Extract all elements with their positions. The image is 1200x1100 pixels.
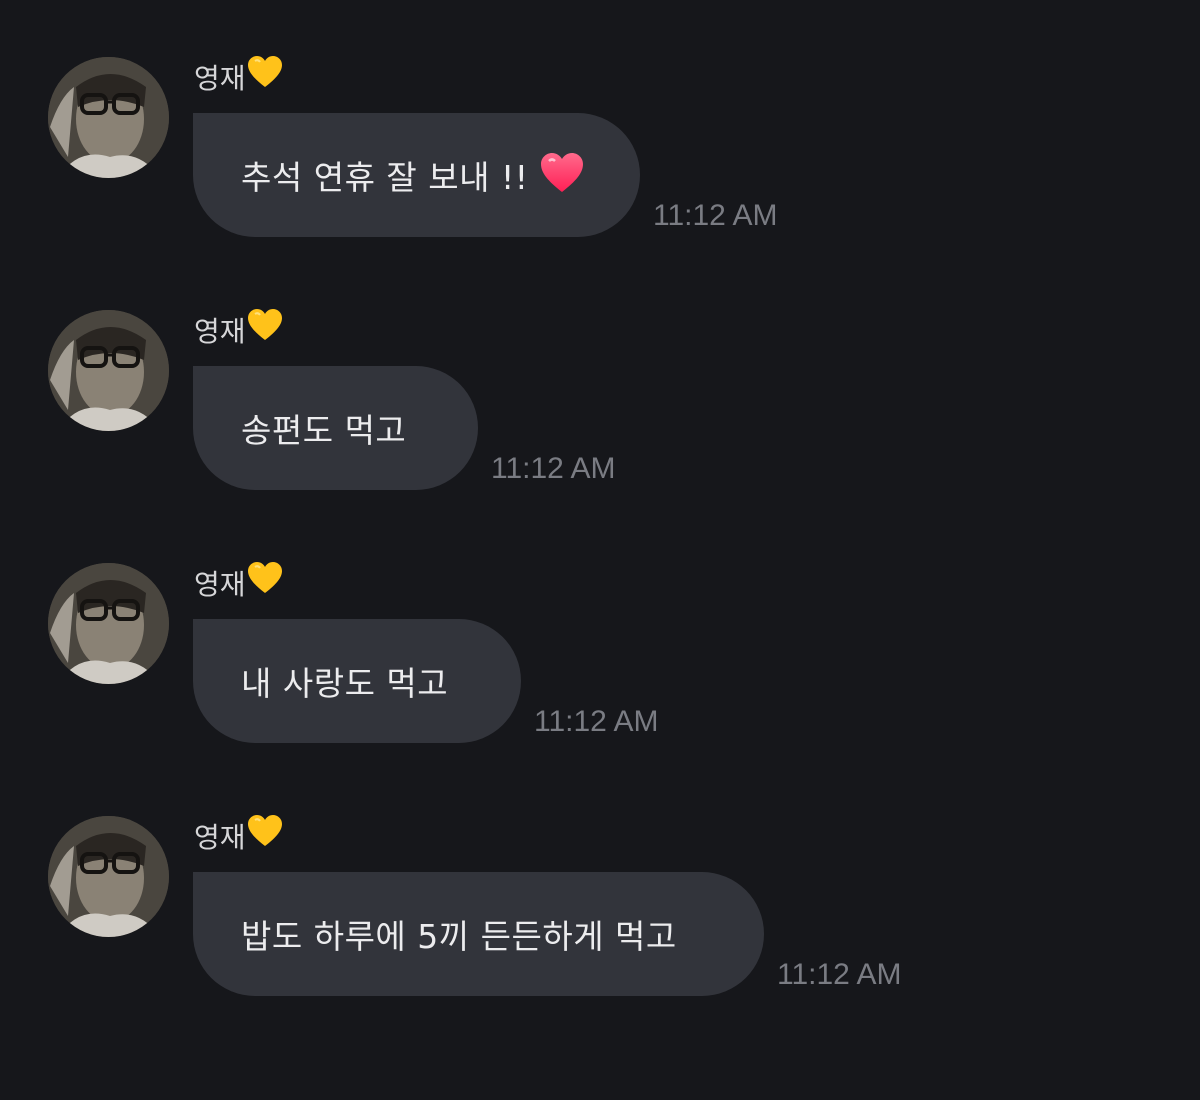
sender-name: 영재 <box>194 561 283 605</box>
message-row: 영재 밥도 하루에 5끼 든든하게 먹고 11:12 AM <box>0 814 1200 1016</box>
message-timestamp: 11:12 AM <box>534 705 659 738</box>
sender-name: 영재 <box>194 55 283 99</box>
message-text: 밥도 하루에 5끼 든든하게 먹고 <box>241 917 677 956</box>
message-text: 추석 연휴 잘 보내 !! <box>241 158 529 197</box>
message-text: 내 사랑도 먹고 <box>241 664 449 703</box>
message-row: 영재 내 사랑도 먹고 11:12 AM <box>0 561 1200 763</box>
yellow-heart-icon <box>247 308 283 353</box>
message-bubble[interactable]: 추석 연휴 잘 보내 !! <box>193 113 640 237</box>
avatar[interactable] <box>48 57 169 178</box>
yellow-heart-icon <box>247 561 283 606</box>
sender-name-text: 영재 <box>194 315 246 348</box>
yellow-heart-icon <box>247 55 283 100</box>
sender-name-text: 영재 <box>194 568 246 601</box>
message-row: 영재 추석 연휴 잘 보내 !! 11:12 AM <box>0 55 1200 257</box>
sender-name: 영재 <box>194 814 283 858</box>
avatar[interactable] <box>48 310 169 431</box>
sender-name-text: 영재 <box>194 62 246 95</box>
message-bubble[interactable]: 밥도 하루에 5끼 든든하게 먹고 <box>193 872 764 996</box>
sender-name: 영재 <box>194 308 283 352</box>
red-heart-icon <box>540 152 584 198</box>
message-row: 영재 송편도 먹고 11:12 AM <box>0 308 1200 510</box>
message-timestamp: 11:12 AM <box>777 958 902 991</box>
yellow-heart-icon <box>247 814 283 859</box>
chat-thread: 영재 추석 연휴 잘 보내 !! 11:12 AM 영재 송편도 먹고 11:1… <box>0 0 1200 1100</box>
message-bubble[interactable]: 내 사랑도 먹고 <box>193 619 521 743</box>
sender-name-text: 영재 <box>194 821 246 854</box>
message-text: 송편도 먹고 <box>241 411 407 450</box>
message-bubble[interactable]: 송편도 먹고 <box>193 366 478 490</box>
message-timestamp: 11:12 AM <box>491 452 616 485</box>
avatar[interactable] <box>48 816 169 937</box>
avatar[interactable] <box>48 563 169 684</box>
message-timestamp: 11:12 AM <box>653 199 778 232</box>
